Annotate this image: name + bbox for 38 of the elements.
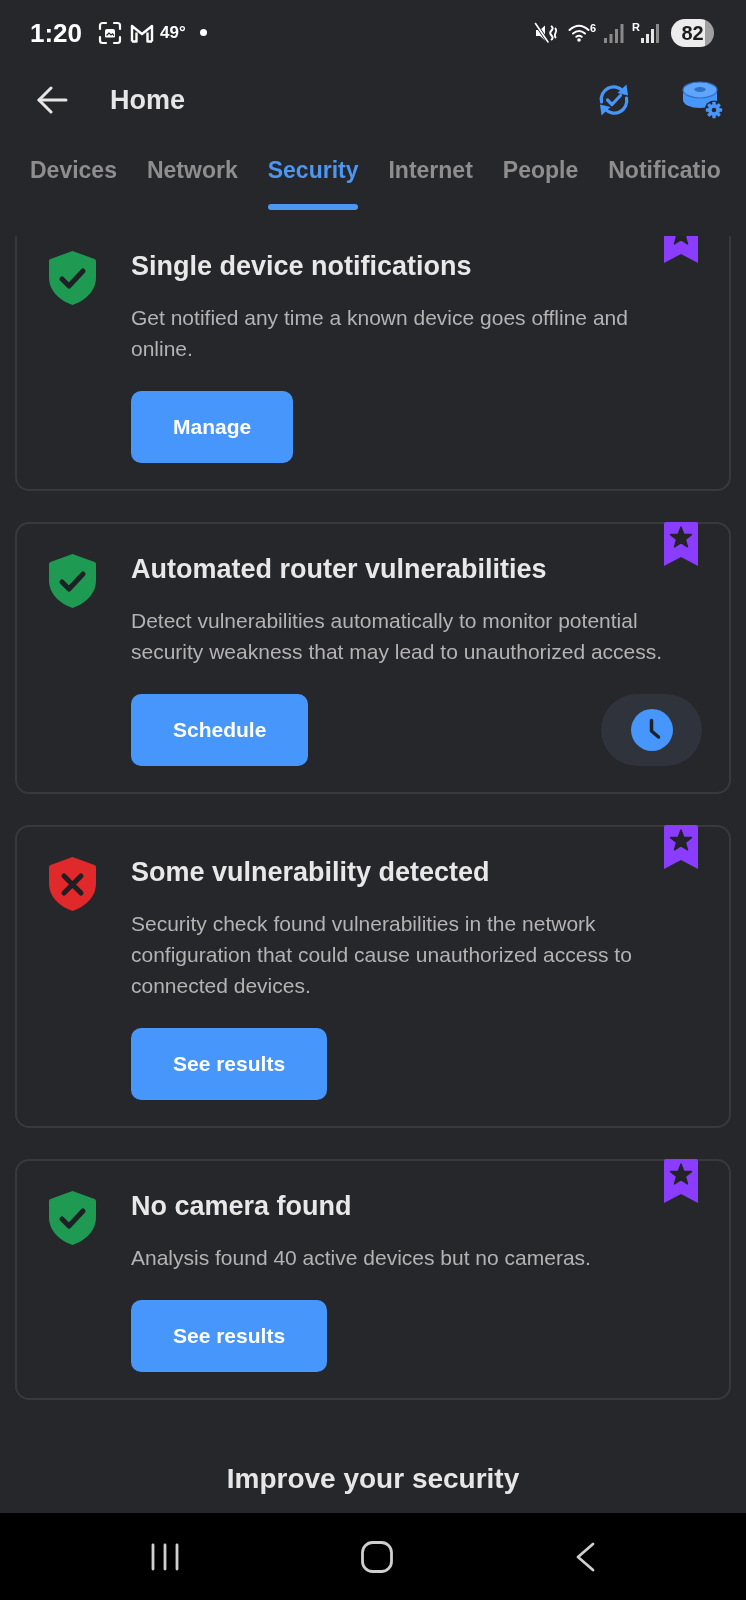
tab[interactable]: Network bbox=[146, 135, 238, 210]
mail-icon bbox=[130, 22, 155, 43]
device-settings-icon[interactable] bbox=[682, 80, 724, 120]
back-arrow-icon[interactable] bbox=[36, 86, 68, 114]
card-action-button[interactable]: See results bbox=[131, 1300, 328, 1372]
clock-icon bbox=[630, 709, 673, 751]
temperature: 49° bbox=[160, 22, 186, 43]
card-action-button[interactable]: Manage bbox=[131, 391, 294, 463]
screenshot-icon bbox=[98, 20, 123, 45]
mute-vibrate-icon bbox=[533, 20, 558, 45]
battery-indicator: 82 bbox=[671, 18, 714, 47]
section-heading: Improve your security bbox=[226, 1462, 520, 1496]
network-label: R bbox=[632, 20, 640, 33]
card-action-button[interactable]: See results bbox=[131, 1028, 328, 1100]
tab[interactable]: Security bbox=[267, 135, 359, 210]
card-description: Detect vulnerabilities automatically to monitor potential security weakness that may lead to unauthorized access. bbox=[131, 608, 664, 665]
tab[interactable]: Internet bbox=[388, 135, 473, 210]
page-title: Home bbox=[110, 84, 185, 117]
card-action-button[interactable]: Schedule bbox=[131, 694, 309, 766]
tab[interactable]: Devices bbox=[30, 135, 117, 210]
home-icon[interactable] bbox=[361, 1540, 393, 1573]
wifi-icon bbox=[567, 23, 590, 42]
card-description: Get notified any time a known device goes offline and online. bbox=[131, 305, 629, 362]
card-description: Security check found vulnerabilities in the network configuration that could cause unauthorized access to connected devices. bbox=[131, 911, 633, 999]
card-description: Analysis found 40 active devices but no cameras. bbox=[131, 1245, 591, 1271]
dot-icon bbox=[199, 29, 207, 36]
recent-apps-icon[interactable] bbox=[151, 1542, 179, 1571]
tab[interactable]: Notificatio bbox=[608, 135, 721, 210]
nav-back-icon[interactable] bbox=[575, 1541, 595, 1572]
signal-icon bbox=[641, 22, 659, 43]
card-title: Automated router vulnerabilities bbox=[131, 553, 547, 586]
card-title: Single device notifications bbox=[131, 250, 472, 283]
signal-icon bbox=[604, 22, 625, 43]
card-title: No camera found bbox=[131, 1190, 352, 1223]
card-title: Some vulnerability detected bbox=[131, 856, 490, 889]
status-time: 1:20 bbox=[30, 17, 83, 48]
tab[interactable]: People bbox=[502, 135, 579, 210]
wifi-label: 6 bbox=[589, 21, 597, 34]
